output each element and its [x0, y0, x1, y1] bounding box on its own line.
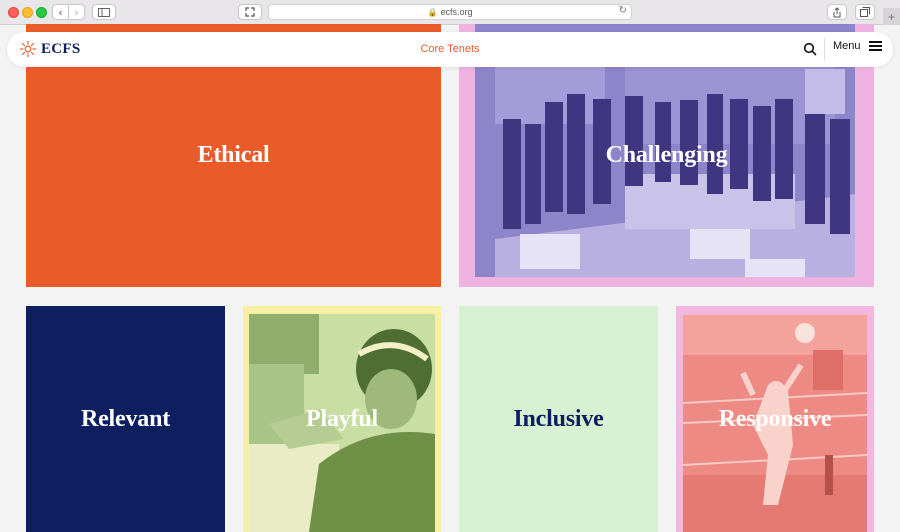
share-button[interactable] — [827, 4, 847, 20]
back-button[interactable]: ‹ — [52, 4, 69, 20]
sidebar-icon — [98, 7, 110, 17]
tile-playful[interactable]: Playful — [243, 306, 441, 532]
tile-title: Inclusive — [513, 405, 604, 432]
tile-inclusive[interactable]: Inclusive — [459, 306, 658, 532]
browser-toolbar: ‹ › 🔒 ecfs.org ↻ + — [0, 0, 900, 25]
share-icon — [833, 6, 841, 17]
lock-icon: 🔒 — [427, 7, 438, 17]
expand-icon — [245, 7, 255, 17]
minimize-window-button[interactable] — [22, 7, 33, 18]
hamburger-icon — [868, 41, 882, 51]
tile-title: Challenging — [605, 142, 728, 168]
page-title: Core Tenets — [420, 43, 480, 55]
search-icon[interactable] — [803, 42, 817, 56]
chevron-right-icon: › — [74, 5, 79, 19]
close-window-button[interactable] — [8, 7, 19, 18]
tile-relevant[interactable]: Relevant — [26, 306, 225, 532]
sidebar-toggle-button[interactable] — [92, 4, 116, 20]
plus-icon: + — [887, 9, 895, 24]
tabs-icon — [860, 7, 870, 17]
reload-icon[interactable]: ↻ — [619, 5, 627, 16]
tile-title: Playful — [306, 405, 378, 432]
menu-button[interactable]: Menu — [833, 40, 882, 52]
site-header: ECFS Core Tenets Menu — [7, 32, 893, 67]
url-text: ecfs.org — [440, 7, 473, 17]
header-divider — [824, 38, 825, 61]
menu-label: Menu — [833, 40, 861, 52]
new-tab-button[interactable]: + — [883, 8, 900, 25]
address-bar[interactable]: 🔒 ecfs.org ↻ — [268, 4, 632, 20]
tile-title: Responsive — [718, 405, 832, 432]
zoom-window-button[interactable] — [36, 7, 47, 18]
tile-title: Relevant — [80, 405, 171, 432]
chevron-left-icon: ‹ — [58, 5, 63, 19]
new-tab-overview-button[interactable] — [855, 4, 875, 20]
tile-title: Ethical — [197, 142, 270, 168]
tile-responsive[interactable]: Responsive — [676, 306, 874, 532]
forward-button[interactable]: › — [68, 4, 85, 20]
tab-overview-button[interactable] — [238, 4, 262, 20]
